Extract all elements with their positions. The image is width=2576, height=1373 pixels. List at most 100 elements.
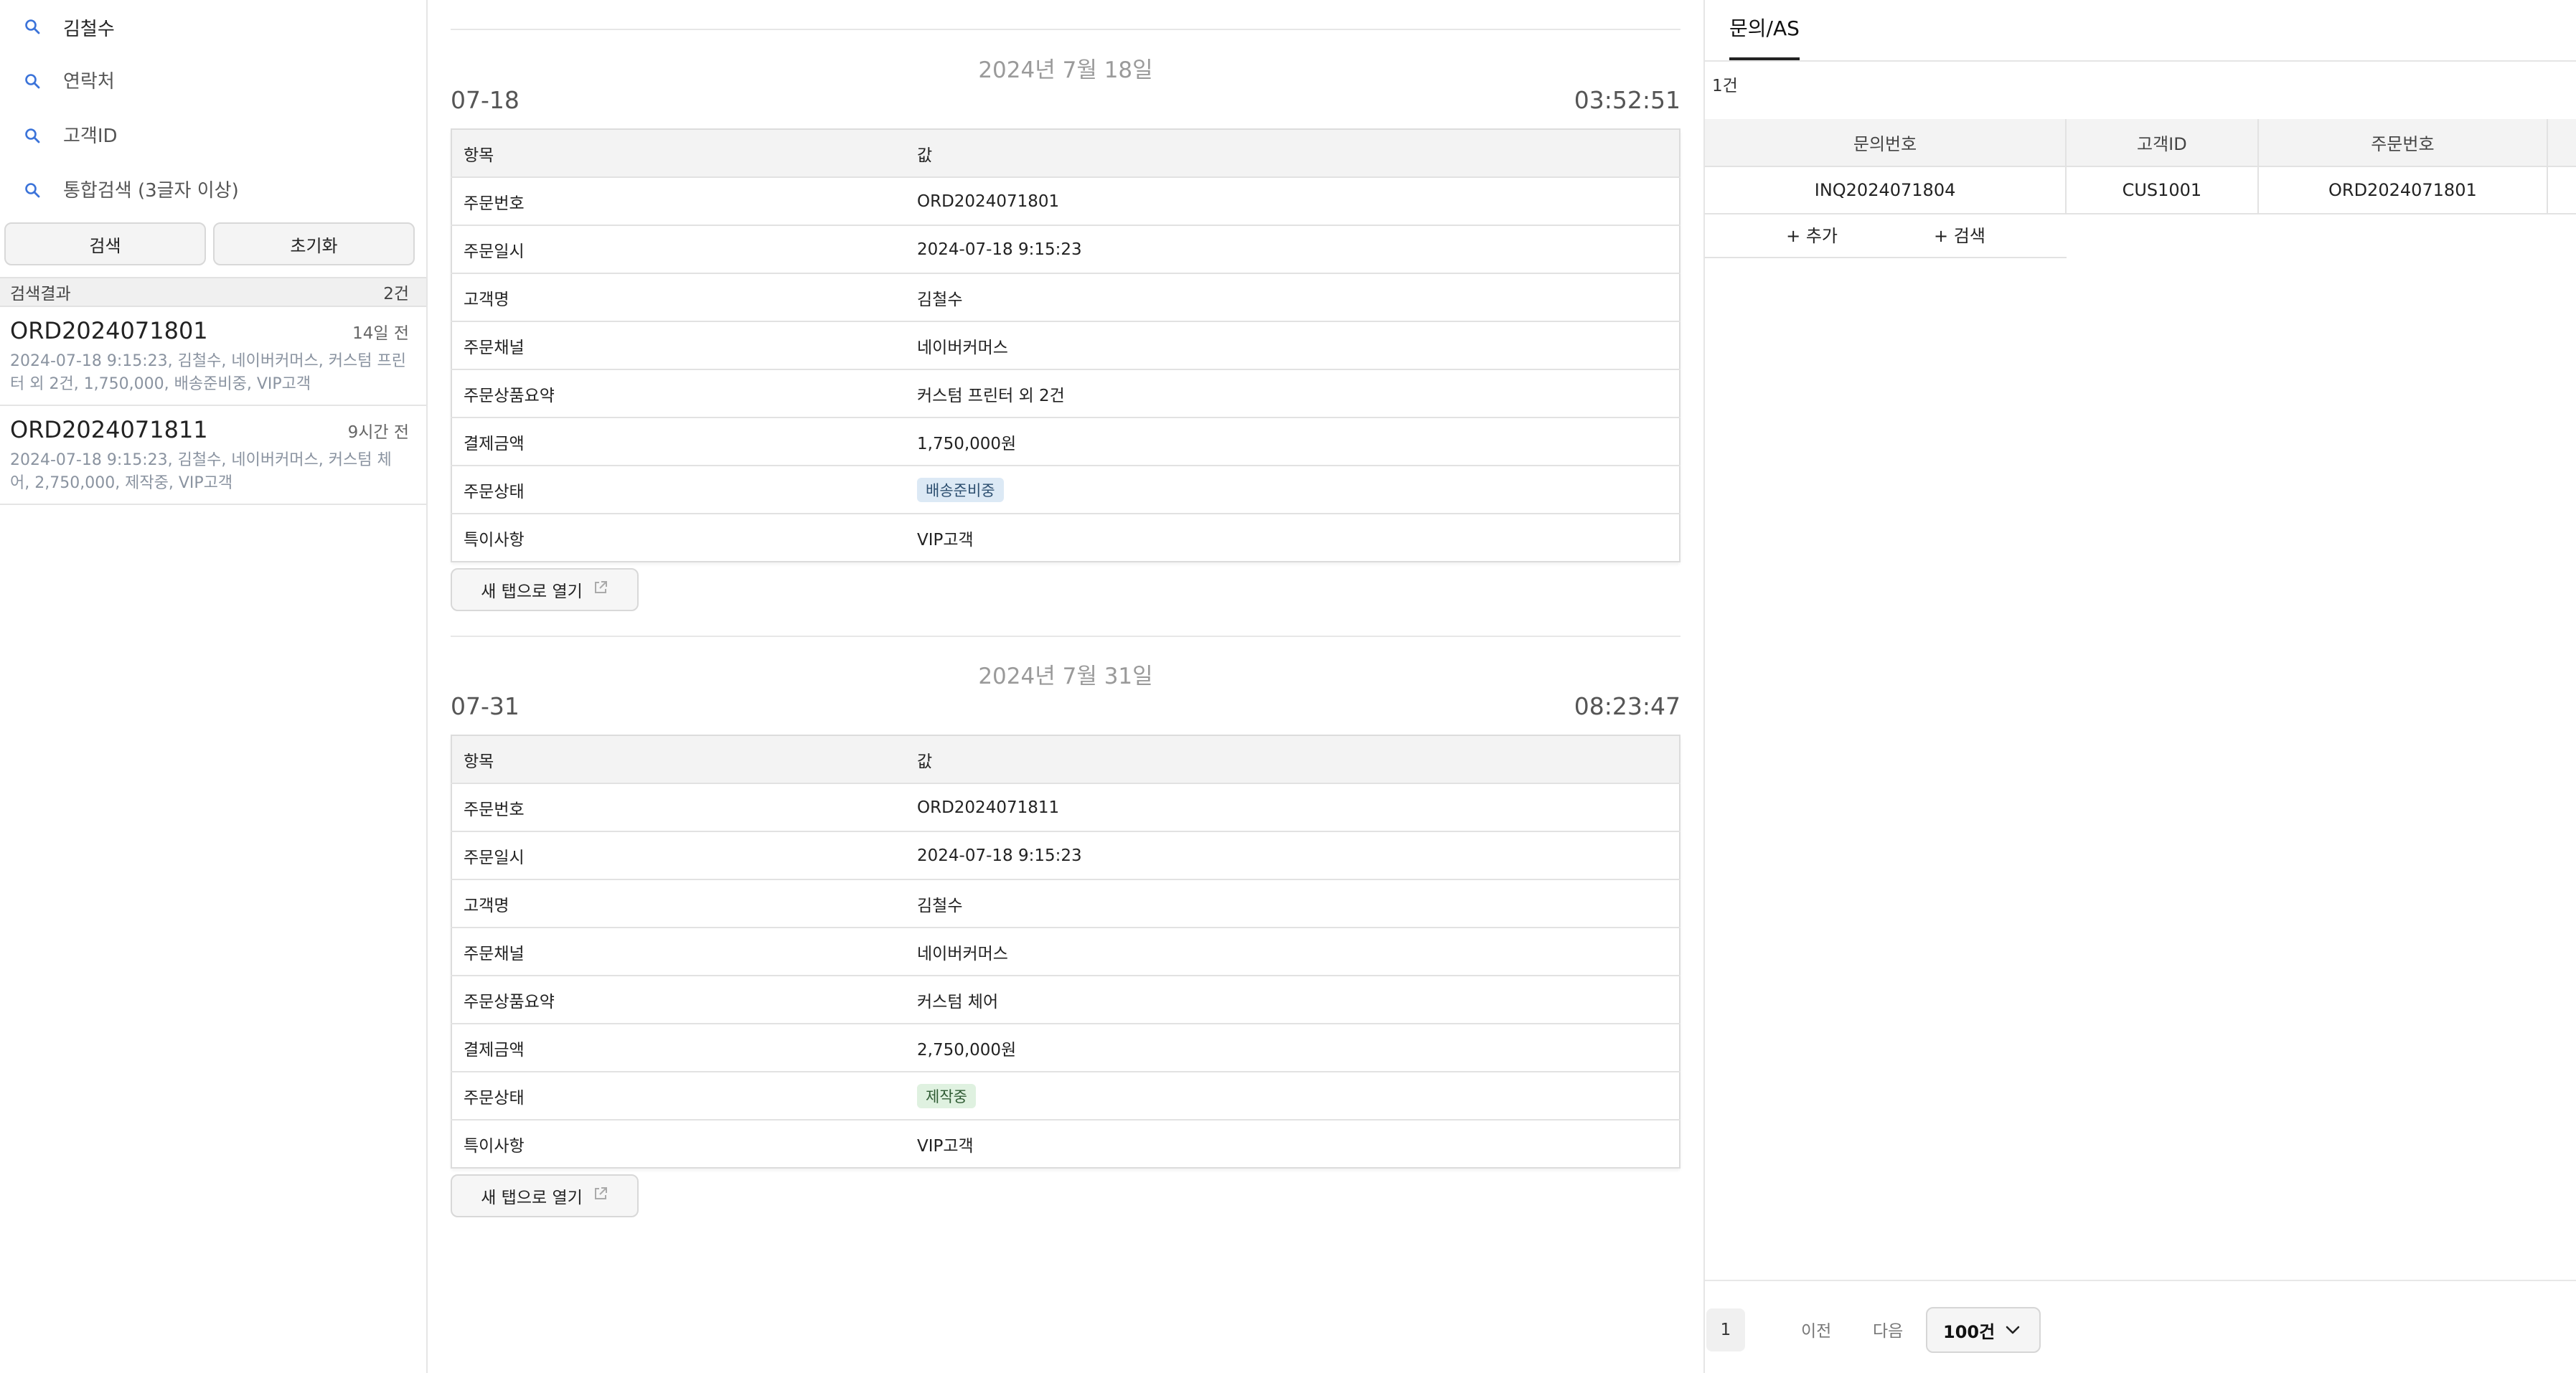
column-header[interactable]: 문의번호 (1705, 119, 2067, 167)
order-detail-table: 항목 값 주문번호 ORD2024071801 주문일시 2024-07-18 9:… (451, 128, 1680, 562)
field-value: ORD2024071811 (906, 783, 1680, 832)
table-cell: CUS1001 (2066, 166, 2259, 214)
page-number[interactable]: 1 (1706, 1308, 1745, 1351)
open-new-tab-button[interactable]: 새 탭으로 열기 (451, 568, 639, 611)
open-new-tab-button[interactable]: 새 탭으로 열기 (451, 1174, 639, 1217)
customer-id-search-field[interactable] (0, 109, 426, 164)
field-value: VIP고객 (917, 530, 974, 549)
result-order-number: ORD2024071811 (10, 416, 208, 443)
table-actions: + 추가 + 검색 (1705, 211, 2067, 258)
field-label: 결제금액 (451, 417, 906, 466)
table-header-row: 항목 값 (451, 129, 1680, 178)
search-icon (23, 72, 43, 92)
name-search-input[interactable] (63, 16, 400, 38)
prev-page-button[interactable]: 이전 (1801, 1317, 1831, 1341)
table-header-row: 문의번호 고객ID 주문번호 (1705, 119, 2576, 167)
field-label: 주문채널 (451, 321, 906, 370)
search-sidebar: 검색 초기화 검색결과 2건 ORD2024071801 14일 전 2024-… (0, 0, 428, 1373)
per-page-value: 100건 (1943, 1321, 1996, 1342)
field-value: 1,750,000원 (906, 417, 1680, 466)
field-value: 김철수 (906, 273, 1680, 322)
phone-search-input[interactable] (63, 71, 400, 93)
add-row-button[interactable]: + 추가 (1786, 222, 1838, 247)
name-search-field[interactable] (0, 0, 426, 55)
section-divider (451, 636, 1680, 637)
global-search-input[interactable] (63, 180, 400, 202)
column-header: 값 (906, 129, 1680, 178)
field-label: 결제금액 (451, 1024, 906, 1072)
table-cell: INQ2024071804 (1705, 166, 2067, 214)
search-icon (23, 181, 43, 201)
search-icon (23, 17, 43, 37)
table-cell: ORD2024071801 (2257, 166, 2549, 214)
result-item[interactable]: ORD2024071811 9시간 전 2024-07-18 9:15:23, … (0, 406, 426, 505)
results-count: 2건 (383, 285, 409, 303)
order-time: 08:23:47 (1574, 692, 1680, 720)
result-time-ago: 9시간 전 (347, 423, 409, 442)
table-row: 주문번호 ORD2024071811 (451, 783, 1680, 832)
column-header[interactable]: 주문번호 (2257, 119, 2549, 167)
column-header (2547, 119, 2576, 167)
results-header: 검색결과 2건 (0, 277, 426, 307)
field-label: 주문일시 (451, 831, 906, 880)
table-header-row: 항목 값 (451, 735, 1680, 784)
field-label: 고객명 (451, 879, 906, 928)
customer-id-search-input[interactable] (63, 126, 400, 147)
table-row[interactable]: INQ2024071804 CUS1001 ORD2024071801 (1705, 166, 2576, 214)
field-label: 주문상품요약 (451, 976, 906, 1024)
search-button[interactable]: 검색 (4, 222, 206, 265)
field-label: 주문상태 (451, 1072, 906, 1120)
result-time-ago: 14일 전 (352, 324, 409, 343)
field-value: 2024-07-18 9:15:23 (906, 831, 1680, 880)
short-date: 07-31 (451, 692, 520, 720)
result-summary: 2024-07-18 9:15:23, 김철수, 네이버커머스, 커스텀 프린터… (10, 352, 406, 393)
field-label: 고객명 (451, 273, 906, 322)
inquiry-count: 1건 (1712, 77, 1738, 95)
reset-button[interactable]: 초기화 (213, 222, 415, 265)
order-detail-table: 항목 값 주문번호 ORD2024071811 주문일시 2024-07-18 9:… (451, 735, 1680, 1169)
chevron-down-icon (2006, 1326, 2020, 1334)
field-value: ORD2024071801 (906, 177, 1680, 226)
result-summary: 2024-07-18 9:15:23, 김철수, 네이버커머스, 커스텀 체어,… (10, 451, 392, 492)
global-search-field[interactable] (0, 164, 426, 218)
status-badge: 배송준비중 (917, 477, 1004, 502)
table-row: 주문채널 네이버커머스 (451, 928, 1680, 976)
short-date: 07-18 (451, 86, 520, 114)
order-detail-panel: 2024년 7월 18일 07-18 03:52:51 항목 값 주문번호 ORD… (428, 0, 1703, 1373)
result-item[interactable]: ORD2024071801 14일 전 2024-07-18 9:15:23, … (0, 307, 426, 406)
field-value: 네이버커머스 (906, 321, 1680, 370)
tab-inquiry[interactable]: 문의/AS (1729, 13, 1800, 60)
search-row-button[interactable]: + 검색 (1934, 222, 1985, 247)
field-label: 주문상태 (451, 466, 906, 514)
table-cell (2547, 166, 2576, 214)
phone-search-field[interactable] (0, 55, 426, 109)
external-link-icon (593, 580, 608, 600)
field-label: 주문번호 (451, 783, 906, 832)
field-value: 김철수 (906, 879, 1680, 928)
field-value: 2024-07-18 9:15:23 (906, 225, 1680, 274)
open-new-tab-label: 새 탭으로 열기 (481, 1189, 583, 1207)
date-title: 2024년 7월 18일 (978, 57, 1153, 83)
table-row: 고객명 김철수 (451, 273, 1680, 322)
field-value: 커스텀 프린터 외 2건 (906, 369, 1680, 418)
table-row: 결제금액 1,750,000원 (451, 417, 1680, 466)
next-page-button[interactable]: 다음 (1873, 1317, 1903, 1341)
field-value: 네이버커머스 (906, 928, 1680, 976)
status-badge: 제작중 (917, 1083, 976, 1108)
tab-bar: 문의/AS (1705, 0, 2576, 62)
table-row: 고객명 김철수 (451, 879, 1680, 928)
table-row: 주문일시 2024-07-18 9:15:23 (451, 831, 1680, 880)
table-row: 주문상태 배송준비중 (451, 466, 1680, 514)
table-row: 주문상태 제작중 (451, 1072, 1680, 1120)
column-header[interactable]: 고객ID (2066, 119, 2259, 167)
order-time: 03:52:51 (1574, 86, 1680, 114)
field-label: 주문상품요약 (451, 369, 906, 418)
per-page-select[interactable]: 100건 (1926, 1307, 2041, 1353)
field-value: VIP고객 (917, 1136, 974, 1156)
pagination: 1 이전 다음 100건 (1705, 1280, 2576, 1373)
table-row: 주문채널 네이버커머스 (451, 321, 1680, 370)
column-header: 항목 (451, 735, 906, 784)
field-label: 특이사항 (464, 530, 525, 549)
date-title: 2024년 7월 31일 (978, 664, 1153, 689)
table-row: 특이사항 VIP고객 (451, 1120, 1680, 1168)
